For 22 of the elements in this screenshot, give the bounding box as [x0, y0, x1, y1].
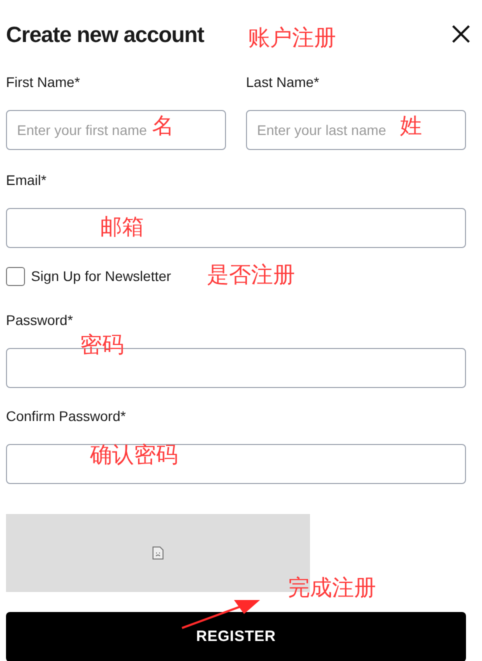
annotation: 邮箱 [100, 217, 144, 239]
annotation: 确认密码 [90, 445, 178, 467]
dialog-title: Create new account [6, 20, 204, 48]
annotation: 名 [152, 116, 174, 138]
broken-image-icon [152, 546, 164, 560]
annotation: 完成注册 [288, 578, 376, 600]
arrow-icon [180, 598, 262, 630]
field-label: Confirm Password* [6, 407, 127, 426]
checkbox[interactable] [6, 266, 25, 286]
annotation: 账户注册 [248, 28, 336, 50]
annotation: 姓 [400, 116, 422, 138]
field-label: Last Name* [246, 73, 320, 92]
field-label: Email* [6, 171, 48, 190]
annotation: 是否注册 [207, 265, 295, 287]
checkbox-label: Sign Up for Newsletter [31, 266, 172, 286]
close-button[interactable] [450, 23, 472, 45]
input-field[interactable] [6, 208, 466, 248]
annotation: 密码 [80, 335, 124, 357]
register-button[interactable]: REGISTER [6, 612, 466, 661]
input-field[interactable] [6, 444, 466, 484]
field-label: Password* [6, 311, 74, 330]
field-label: First Name* [6, 73, 81, 92]
